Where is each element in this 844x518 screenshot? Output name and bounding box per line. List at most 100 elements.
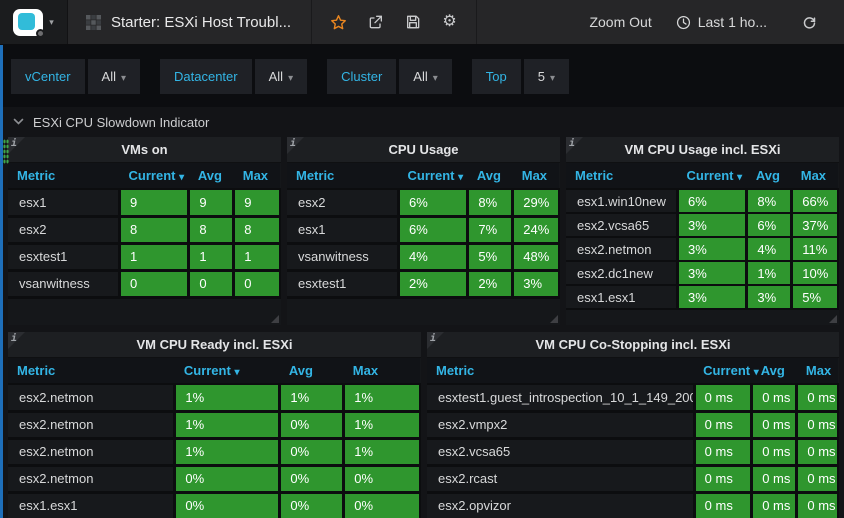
value-cell: 66% (790, 189, 839, 214)
filter-label-top[interactable]: Top (471, 58, 521, 94)
table-row: esx2.netmon 1% 0% 1% (8, 411, 421, 440)
table-row: esx1.win10new 6% 8% 66% (566, 189, 839, 214)
column-header-current[interactable]: Current ▾ (119, 163, 189, 190)
metric-cell: esxtest1 (8, 243, 120, 272)
table-header-row: Metric Current ▾ Avg Max (566, 163, 838, 190)
star-button[interactable] (320, 14, 357, 31)
table-row: esx2.vmpx2 0 ms 0 ms 0 ms (427, 411, 839, 440)
panel-info-icon[interactable]: i (566, 137, 583, 154)
column-header-avg[interactable]: Avg (279, 358, 344, 385)
resize-handle[interactable] (550, 315, 558, 323)
column-header-metric[interactable]: Metric (8, 358, 175, 385)
table-row: esx2.opvizor 0 ms 0 ms 0 ms (427, 492, 839, 518)
value-cell: 4% (397, 243, 468, 272)
filter-value-top[interactable]: 5 ▾ (523, 58, 569, 94)
panel-info-icon[interactable]: i (427, 332, 444, 349)
filter-value-cluster[interactable]: All ▾ (399, 58, 452, 94)
metric-cell: esx2 (8, 216, 120, 245)
table-row: esx2.dc1new 3% 1% 10% (566, 261, 839, 286)
value-cell: 0 (118, 270, 189, 299)
settings-gear-button[interactable]: ⚙ (431, 14, 468, 30)
value-cell: 1% (342, 384, 421, 413)
filter-label-datacenter[interactable]: Datacenter (160, 58, 252, 94)
metric-cell: esx2.netmon (8, 438, 175, 467)
share-button[interactable] (357, 14, 394, 30)
value-cell: 0 ms (750, 384, 797, 413)
value-cell: 0% (173, 465, 280, 494)
filter-value-text: 5 (537, 68, 545, 84)
table-row: esx2 6% 8% 29% (287, 189, 560, 218)
column-header-current[interactable]: Current ▾ (677, 163, 747, 190)
time-range-label: Last 1 ho... (697, 14, 767, 30)
value-cell: 0 ms (692, 384, 752, 413)
filter-label-vcenter[interactable]: vCenter (11, 58, 85, 94)
value-cell: 9 (118, 189, 189, 218)
time-range-picker[interactable]: Last 1 ho... (676, 14, 767, 30)
column-header-current[interactable]: Current ▾ (174, 358, 280, 385)
value-cell: 10% (790, 261, 839, 286)
metric-cell: vsanwitness (8, 270, 120, 299)
panel-info-icon[interactable]: i (8, 332, 25, 349)
metrics-table: Metric Current ▾ Avg Max esx1.win10new 6% 8% 66… (566, 163, 839, 310)
column-header-metric[interactable]: Metric (427, 358, 695, 385)
column-header-avg[interactable]: Avg (467, 163, 513, 190)
column-header-metric[interactable]: Metric (8, 163, 120, 190)
chevron-down-icon (13, 118, 24, 126)
panel-title[interactable]: VMs on (8, 137, 281, 163)
value-cell: 24% (511, 216, 560, 245)
row-title: ESXi CPU Slowdown Indicator (33, 114, 210, 130)
info-icon: i (11, 138, 18, 149)
panel-info-icon[interactable]: i (8, 137, 25, 154)
panel-info-icon[interactable]: i (287, 137, 304, 154)
column-header-metric[interactable]: Metric (566, 163, 678, 190)
sort-desc-icon: ▾ (737, 172, 743, 183)
panel-title[interactable]: VM CPU Co-Stopping incl. ESXi (427, 332, 839, 358)
column-header-max[interactable]: Max (791, 163, 838, 190)
table-header-row: Metric Current ▾ Avg Max (8, 163, 280, 190)
sort-desc-icon: ▾ (179, 172, 185, 183)
filter-label-cluster[interactable]: Cluster (327, 58, 397, 94)
panel-title[interactable]: CPU Usage (287, 137, 560, 163)
column-header-avg[interactable]: Avg (188, 163, 234, 190)
column-header-avg[interactable]: Avg (746, 163, 792, 190)
metric-cell: esx1 (8, 189, 120, 218)
metric-cell: esx2.vcsa65 (566, 213, 678, 238)
column-header-max[interactable]: Max (343, 358, 420, 385)
table-panel: i CPU Usage Metric Current ▾ Avg Max esx2 6% 8% 2… (287, 137, 560, 325)
value-cell: 3% (676, 213, 747, 238)
column-header-current[interactable]: Current ▾ (398, 163, 468, 190)
panel-title[interactable]: VM CPU Ready incl. ESXi (8, 332, 421, 358)
template-variable-bar: vCenter All ▾ Datacenter All ▾ Cluster All… (0, 45, 844, 107)
row-drag-handle[interactable] (3, 139, 9, 164)
column-header-max[interactable]: Max (796, 358, 838, 385)
filter-vcenter: vCenter All ▾ (11, 58, 141, 94)
value-cell: 29% (511, 189, 560, 218)
page-title: Starter: ESXi Host Troubl... (111, 13, 292, 31)
value-cell: 0 ms (750, 465, 797, 494)
value-cell: 8 (232, 216, 281, 245)
dashboard-row-toggle[interactable]: ESXi CPU Slowdown Indicator (8, 107, 839, 137)
resize-handle[interactable] (829, 315, 837, 323)
caret-down-icon: ▾ (549, 72, 555, 84)
dashboard-title-block[interactable]: Starter: ESXi Host Troubl... (68, 0, 313, 44)
table-row: esxtest1 1 1 1 (8, 243, 281, 272)
value-cell: 0% (278, 411, 344, 440)
zoom-out-button[interactable]: Zoom Out (589, 14, 651, 30)
table-panel: i VM CPU Ready incl. ESXi Metric Current ▾ A… (8, 332, 421, 518)
column-header-current[interactable]: Current ▾ (694, 358, 759, 385)
logo-status-dot (36, 28, 46, 38)
column-header-max[interactable]: Max (233, 163, 280, 190)
info-icon: i (290, 138, 297, 149)
resize-handle[interactable] (271, 315, 279, 323)
metric-cell: esx2 (287, 189, 399, 218)
column-header-max[interactable]: Max (512, 163, 559, 190)
filter-value-vcenter[interactable]: All ▾ (87, 58, 141, 94)
value-cell: 0% (278, 465, 344, 494)
column-header-metric[interactable]: Metric (287, 163, 399, 190)
value-cell: 0% (342, 492, 421, 518)
panel-title[interactable]: VM CPU Usage incl. ESXi (566, 137, 839, 163)
save-button[interactable] (394, 14, 431, 30)
grafana-logo-menu[interactable]: ▾ (0, 0, 68, 44)
refresh-button[interactable] (791, 15, 828, 30)
filter-value-datacenter[interactable]: All ▾ (254, 58, 308, 94)
